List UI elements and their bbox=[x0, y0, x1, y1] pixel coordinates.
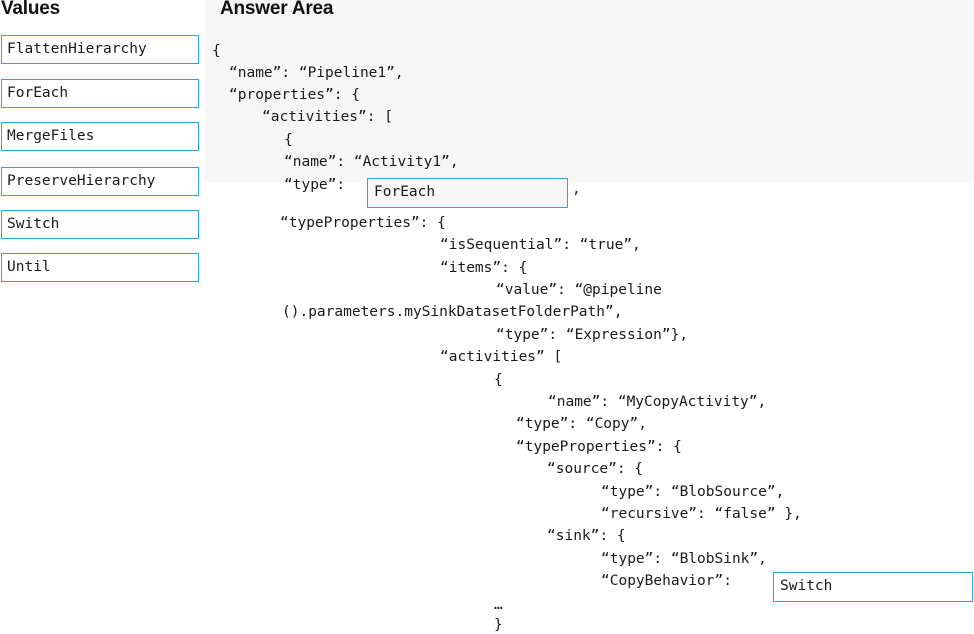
code-line: “type”: “BlobSink”, bbox=[601, 551, 767, 567]
code-line: “properties”: { bbox=[229, 87, 360, 103]
code-line: “type”: “Copy”, bbox=[516, 416, 647, 432]
code-line: } bbox=[494, 617, 503, 633]
code-line: “typeProperties”: { bbox=[280, 215, 446, 231]
code-line: “activities”: [ bbox=[262, 109, 393, 125]
code-line: “type”: bbox=[284, 177, 346, 193]
code-line: “CopyBehavior”: bbox=[601, 573, 732, 589]
code-line: { bbox=[212, 43, 221, 59]
copy-behavior-drop-target[interactable]: Switch bbox=[773, 572, 973, 602]
code-line: “source”: { bbox=[547, 461, 644, 477]
code-line: “recursive”: “false” }, bbox=[601, 506, 802, 522]
code-line: “name”: “MyCopyActivity”, bbox=[548, 394, 767, 410]
value-option-until[interactable]: Until bbox=[1, 253, 199, 282]
values-heading: Values bbox=[1, 0, 61, 19]
code-line: “type”: “Expression”}, bbox=[496, 327, 689, 343]
code-line: “name”: “Pipeline1”, bbox=[229, 65, 404, 81]
value-option-foreach[interactable]: ForEach bbox=[1, 79, 199, 108]
value-option-mergefiles[interactable]: MergeFiles bbox=[1, 122, 199, 151]
code-line: ().parameters.mySinkDatasetFolderPath”, bbox=[282, 304, 623, 320]
code-line: “activities” [ bbox=[440, 349, 563, 365]
code-line: , bbox=[572, 181, 581, 197]
value-option-switch[interactable]: Switch bbox=[1, 210, 199, 239]
code-line: … bbox=[494, 597, 503, 613]
value-option-flattenhierarchy[interactable]: FlattenHierarchy bbox=[1, 35, 199, 64]
code-line: “type”: “BlobSource”, bbox=[601, 484, 785, 500]
code-line: “typeProperties”: { bbox=[516, 439, 682, 455]
code-line: “items”: { bbox=[440, 260, 528, 276]
code-line: “value”: “@pipeline bbox=[496, 282, 662, 298]
activity-type-drop-target[interactable]: ForEach bbox=[367, 178, 568, 208]
code-line: { bbox=[284, 132, 293, 148]
code-line: “sink”: { bbox=[547, 528, 626, 544]
answer-area-heading: Answer Area bbox=[220, 0, 334, 19]
value-option-preservehierarchy[interactable]: PreserveHierarchy bbox=[1, 167, 199, 196]
code-line: { bbox=[494, 372, 503, 388]
code-line: “isSequential”: “true”, bbox=[440, 237, 641, 253]
code-line: “name”: “Activity1”, bbox=[284, 154, 459, 170]
